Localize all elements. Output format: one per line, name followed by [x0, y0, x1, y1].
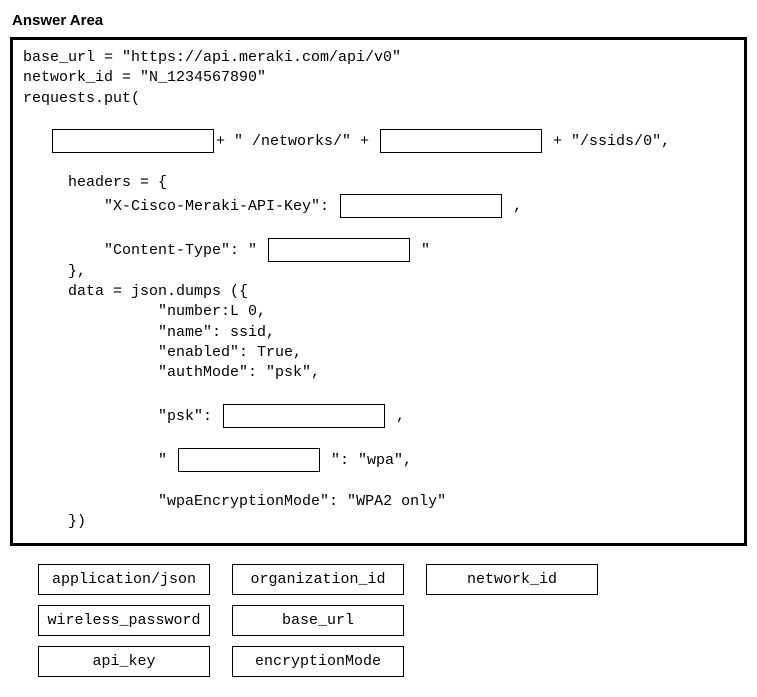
option-base-url[interactable]: base_url — [232, 605, 404, 636]
options-pool: application/json organization_id network… — [10, 564, 747, 677]
code-line: "Content-Type": " — [104, 242, 266, 259]
code-line: base_url = "https://api.meraki.com/api/v… — [23, 49, 401, 66]
code-seg: + "/ssids/0", — [544, 133, 670, 150]
code-area: base_url = "https://api.meraki.com/api/v… — [10, 37, 747, 546]
code-line: " — [158, 452, 176, 469]
code-line: "enabled": True, — [158, 344, 302, 361]
code-line: }) — [68, 513, 86, 530]
code-seg: , — [387, 407, 405, 424]
code-seg: ": "wpa", — [322, 452, 412, 469]
code-line: "wpaEncryptionMode": "WPA2 only" — [158, 493, 446, 510]
code-line: "psk": — [158, 407, 221, 424]
option-application-json[interactable]: application/json — [38, 564, 210, 595]
page-title: Answer Area — [12, 12, 747, 29]
code-line: data = json.dumps ({ — [68, 283, 248, 300]
code-line: "number:L 0, — [158, 303, 266, 320]
drop-target-encmode[interactable] — [178, 448, 320, 472]
option-row: application/json organization_id network… — [38, 564, 747, 595]
option-wireless-password[interactable]: wireless_password — [38, 605, 210, 636]
code-seg: " — [412, 242, 430, 259]
drop-target-url1[interactable] — [52, 129, 214, 153]
code-seg: + " /networks/" + — [216, 133, 378, 150]
drop-target-url2[interactable] — [380, 129, 542, 153]
option-organization-id[interactable]: organization_id — [232, 564, 404, 595]
code-seg: , — [504, 197, 522, 214]
code-line: "authMode": "psk", — [158, 364, 320, 381]
option-network-id[interactable]: network_id — [426, 564, 598, 595]
drop-target-apikey[interactable] — [340, 194, 502, 218]
option-api-key[interactable]: api_key — [38, 646, 210, 677]
code-line: "name": ssid, — [158, 324, 275, 341]
drop-target-psk[interactable] — [223, 404, 385, 428]
code-line: headers = { — [68, 174, 167, 191]
option-encryption-mode[interactable]: encryptionMode — [232, 646, 404, 677]
code-line: network_id = "N_1234567890" — [23, 69, 266, 86]
code-line: }, — [68, 263, 86, 280]
option-row: wireless_password base_url — [38, 605, 747, 636]
code-line: "X-Cisco-Meraki-API-Key": — [104, 197, 338, 214]
code-line: requests.put( — [23, 90, 140, 107]
drop-target-contenttype[interactable] — [268, 238, 410, 262]
option-row: api_key encryptionMode — [38, 646, 747, 677]
